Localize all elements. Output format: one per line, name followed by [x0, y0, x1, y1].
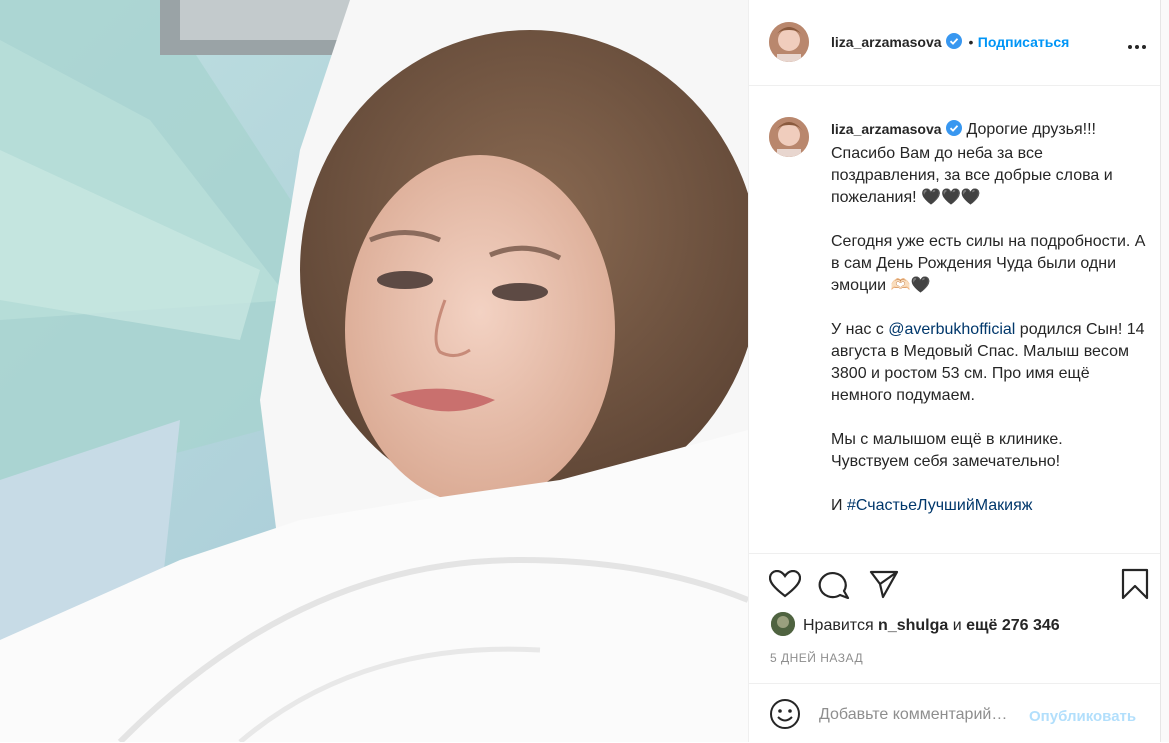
author-avatar[interactable] [769, 22, 809, 62]
comment-input[interactable]: Добавьте комментарий… [819, 706, 1007, 724]
more-options-icon[interactable] [1127, 38, 1147, 49]
likes-prefix: Нравится [803, 617, 879, 634]
caption-paragraph: У нас с @averbukhofficial родился Сын! 1… [831, 319, 1146, 407]
caption-paragraph: И #СчастьеЛучшийМакияж [831, 495, 1146, 517]
caption-text-5: И [831, 497, 847, 514]
window-edge [1160, 0, 1169, 742]
post-date[interactable]: 5 ДНЕЙ НАЗАД [770, 651, 863, 665]
likes-count[interactable]: ещё 276 346 [966, 617, 1060, 634]
caption-avatar[interactable] [769, 117, 809, 157]
liker-username[interactable]: n_shulga [878, 617, 948, 634]
caption-text-4: Мы с малышом ещё в клинике. Чувствуем се… [831, 431, 1063, 470]
hashtag-link[interactable]: #СчастьеЛучшийМакияж [847, 497, 1033, 514]
verified-icon [945, 120, 962, 143]
comment-bar: Добавьте комментарий… Опубликовать [749, 683, 1161, 743]
post-header: liza_arzamasova • Подписаться [749, 0, 1161, 86]
author-username[interactable]: liza_arzamasova [831, 34, 942, 50]
likes-summary: Нравится n_shulga и ещё 276 346 [771, 612, 1060, 636]
post-caption: liza_arzamasova Дорогие друзья!!! Спасиб… [831, 118, 1146, 539]
caption-username[interactable]: liza_arzamasova [831, 121, 942, 137]
like-icon[interactable] [768, 569, 802, 603]
post-image [0, 0, 748, 742]
caption-text-2: Сегодня уже есть силы на подробности. А … [831, 233, 1146, 294]
action-bar [749, 553, 1161, 614]
verified-icon [945, 33, 962, 54]
publish-button[interactable]: Опубликовать [1029, 708, 1136, 725]
mention-link[interactable]: @averbukhofficial [888, 321, 1015, 338]
comment-icon[interactable] [818, 569, 850, 604]
separator-dot: • [968, 34, 974, 50]
share-icon[interactable] [869, 569, 899, 604]
post-photo[interactable] [0, 0, 748, 742]
liker-avatar[interactable] [771, 612, 795, 636]
caption-paragraph: liza_arzamasova Дорогие друзья!!! Спасиб… [831, 118, 1146, 209]
post-sidebar: liza_arzamasova • Подписаться liza_arzam… [748, 0, 1161, 742]
save-bookmark-icon[interactable] [1121, 568, 1149, 605]
emoji-icon[interactable] [769, 698, 801, 735]
follow-button[interactable]: Подписаться [978, 34, 1070, 50]
caption-text-3a: У нас с [831, 321, 889, 338]
likes-middle: и [948, 617, 967, 634]
